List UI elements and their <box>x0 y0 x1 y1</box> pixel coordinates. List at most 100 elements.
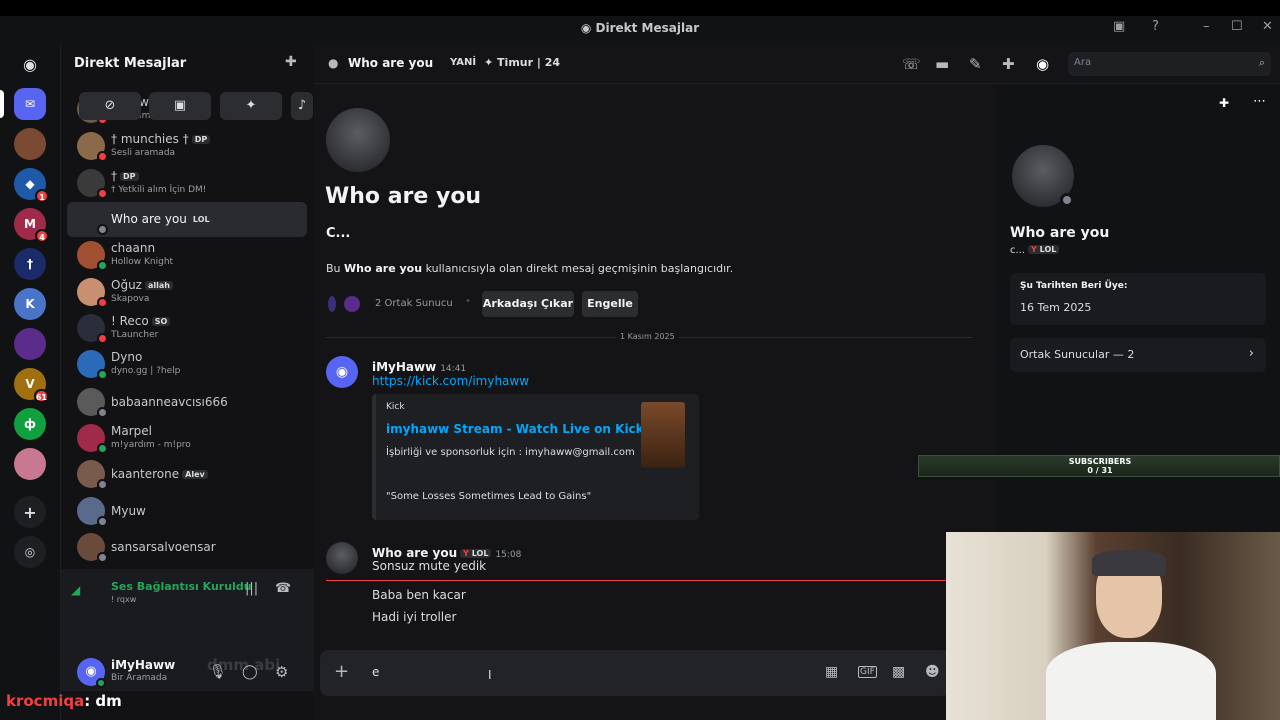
message-time: 14:41 <box>440 364 467 374</box>
dm-item[interactable]: chaann Hollow Knight <box>67 238 307 273</box>
dm-item[interactable]: Myuw <box>67 494 307 529</box>
dm-item[interactable]: Marpel m!yardım - m!pro <box>67 421 307 456</box>
noise-suppression-icon[interactable]: ||| <box>245 581 258 596</box>
embed-title[interactable]: imyhaww Stream - Watch Live on Kick <box>386 422 644 436</box>
embed-quote: "Some Losses Sometimes Lead to Gains" <box>386 491 592 502</box>
new-messages-divider <box>326 580 946 581</box>
status-indicator <box>97 407 108 418</box>
embed-thumbnail[interactable] <box>641 402 685 468</box>
server-icon[interactable]: K <box>14 288 46 320</box>
server-icon[interactable]: ф <box>14 408 46 440</box>
dm-item[interactable]: kaanterone Alev <box>67 457 307 492</box>
member-since-date: 16 Tem 2025 <box>1020 301 1092 314</box>
discover-icon[interactable]: ◎ <box>14 536 46 568</box>
video-call-icon[interactable]: ▬ <box>935 55 949 73</box>
member-since-card: Şu Tarihten Beri Üye: 16 Tem 2025 <box>1010 273 1266 325</box>
server-icon[interactable] <box>14 328 46 360</box>
dm-item[interactable]: Who are you LOL <box>67 202 307 237</box>
server-icon[interactable]: † <box>14 248 46 280</box>
dm-item[interactable]: † munchies † DP Sesli aramada <box>67 129 307 164</box>
message-link[interactable]: https://kick.com/imyhaww <box>372 374 529 388</box>
mutual-servers-link[interactable]: 2 Ortak Sunucu <box>375 298 453 309</box>
server-icon[interactable]: M4 <box>14 208 49 243</box>
mutual-servers-row[interactable]: Ortak Sunucular — 2 › <box>1010 338 1266 372</box>
dm-activity: Sesli aramada <box>111 148 176 158</box>
add-friend-icon[interactable]: ✚ <box>1002 55 1015 73</box>
disconnect-icon[interactable]: ☎ <box>275 581 291 596</box>
soundboard-button[interactable]: ♪ <box>291 92 313 120</box>
help-icon[interactable]: ? <box>1152 19 1159 34</box>
header-note: ✦ Timur | 24 <box>484 56 561 69</box>
chat-header: ● Who are you YANİ ✦ Timur | 24 ☏ ▬ ✎ ✚ … <box>314 44 1280 84</box>
user-name: iMyHaww <box>111 658 176 672</box>
unread-badge: 1 <box>35 189 49 203</box>
screen-share-button[interactable]: ▣ <box>149 92 211 120</box>
separator-dot: • <box>465 296 471 307</box>
gif-icon[interactable]: GIF <box>858 666 877 678</box>
dm-item[interactable]: babaanneavcısı666 <box>67 385 307 420</box>
message-composer[interactable]: + e I ▦ GIF ▩ ☻ <box>320 650 950 696</box>
headphones-icon[interactable]: ◯ <box>242 664 258 680</box>
discord-home-icon[interactable]: ◉ <box>14 48 46 80</box>
activities-button[interactable]: ✦ <box>220 92 282 120</box>
add-friend-icon[interactable]: ✚ <box>1219 96 1229 110</box>
message-text: Hadi iyi troller <box>372 610 457 624</box>
message-author[interactable]: iMyHaww <box>372 360 436 374</box>
dm-name: ! Reco SO <box>111 314 171 328</box>
server-icon[interactable]: V 61 <box>14 368 49 403</box>
minimize-icon[interactable]: – <box>1203 19 1210 34</box>
message-input[interactable]: e <box>372 665 379 679</box>
server-icon[interactable]: ◆ 1 <box>14 168 49 203</box>
user-status: Bir Aramada <box>111 673 168 683</box>
user-profile-icon[interactable]: ◉ <box>1036 55 1049 73</box>
status-indicator <box>97 333 108 344</box>
dm-name: sansarsalvoensar <box>111 540 216 554</box>
search-input[interactable]: Ara ⌕ <box>1068 52 1271 76</box>
dm-activity: TLauncher <box>111 330 159 340</box>
search-placeholder: Ara <box>1074 57 1092 68</box>
mic-icon[interactable]: 🎙 <box>209 664 227 680</box>
mutual-servers-label: Ortak Sunucular — 2 <box>1020 348 1135 361</box>
server-icon[interactable] <box>14 128 46 160</box>
camera-off-button[interactable]: ⊘ <box>79 92 141 120</box>
close-icon[interactable]: ✕ <box>1262 19 1273 34</box>
selected-pill <box>0 90 4 118</box>
block-button[interactable]: Engelle <box>582 291 638 317</box>
message-time: 15:08 <box>495 550 522 560</box>
more-options-icon[interactable]: ⋯ <box>1253 94 1266 109</box>
new-dm-icon[interactable]: ✚ <box>285 54 297 70</box>
inbox-icon[interactable]: ▣ <box>1113 19 1125 34</box>
webcam-overlay <box>946 532 1280 720</box>
server-icon[interactable] <box>14 448 46 480</box>
message-author[interactable]: Who are you <box>372 546 457 560</box>
add-server-icon[interactable]: + <box>14 496 46 528</box>
message-avatar[interactable] <box>326 542 358 574</box>
status-indicator <box>97 297 108 308</box>
status-indicator <box>97 552 108 563</box>
dm-item[interactable]: Oğuz allah Skapova <box>67 275 307 310</box>
remove-friend-button[interactable]: Arkadaşı Çıkar <box>482 291 574 317</box>
dm-header: Direkt Mesajlar ✚ <box>61 44 315 84</box>
dm-item[interactable]: † DP † Yetkili alım İçin DM! <box>67 166 307 201</box>
streamer-shirt <box>1046 642 1216 720</box>
profile-subline: c... Y LOL <box>1010 245 1060 256</box>
dm-icon[interactable]: ✉ <box>14 88 46 120</box>
attach-plus-icon[interactable]: + <box>334 661 349 682</box>
header-avatar[interactable]: ● <box>328 56 338 70</box>
embed-description: İşbirliği ve sponsorluk için : imyhaww@g… <box>386 447 635 458</box>
pin-icon[interactable]: ✎ <box>969 55 982 73</box>
gift-icon[interactable]: ▦ <box>825 664 838 680</box>
emoji-icon[interactable]: ☻ <box>925 664 940 680</box>
dm-item[interactable]: sansarsalvoensar <box>67 530 307 565</box>
maximize-icon[interactable]: ☐ <box>1231 19 1243 34</box>
dm-item[interactable]: ! Reco SO TLauncher <box>67 311 307 346</box>
dm-name: † DP <box>111 169 139 183</box>
sticker-icon[interactable]: ▩ <box>892 664 905 680</box>
dm-activity: m!yardım - m!pro <box>111 440 191 450</box>
settings-gear-icon[interactable]: ⚙ <box>275 663 288 681</box>
dm-item[interactable]: Dyno dyno.gg | ?help <box>67 347 307 382</box>
message-avatar[interactable]: ◉ <box>326 356 358 388</box>
status-indicator <box>97 516 108 527</box>
voice-call-icon[interactable]: ☏ <box>902 55 921 73</box>
status-indicator <box>97 151 108 162</box>
